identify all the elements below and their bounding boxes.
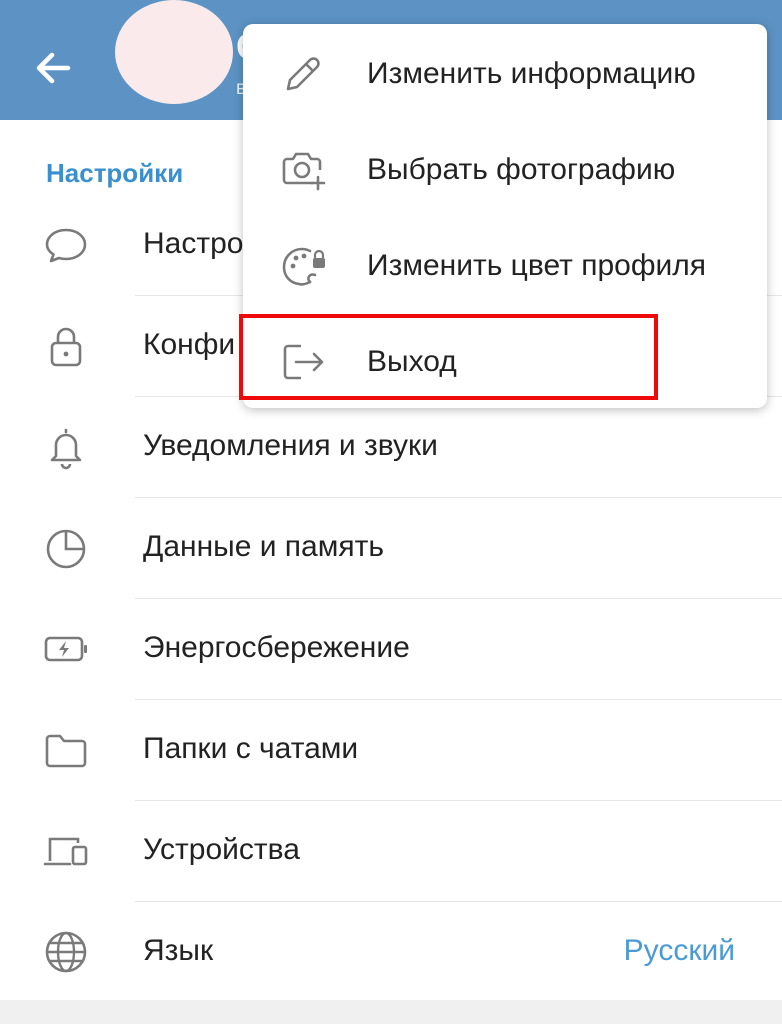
menu-item-profile-color[interactable]: Изменить цвет профиля — [243, 218, 767, 314]
settings-screen: С в Настройки Настро Конфи — [0, 0, 782, 1024]
globe-icon — [42, 928, 90, 976]
settings-item-power-saving[interactable]: Энергосбережение — [0, 599, 782, 700]
section-title: Настройки — [46, 158, 184, 188]
menu-item-label: Выбрать фотографию — [367, 153, 676, 186]
back-button[interactable] — [28, 42, 84, 94]
settings-item-label: Устройства — [143, 833, 300, 866]
logout-highlight-box — [239, 314, 658, 400]
devices-icon — [42, 827, 90, 875]
section-separator — [0, 1000, 782, 1024]
pie-chart-icon — [42, 524, 90, 572]
avatar[interactable] — [115, 0, 233, 104]
menu-item-label: Изменить информацию — [367, 57, 696, 90]
settings-item-label: Настро — [143, 227, 244, 260]
pencil-icon — [279, 50, 327, 98]
settings-item-label: Конфи — [143, 328, 236, 361]
settings-item-label: Папки с чатами — [143, 732, 359, 765]
settings-item-notifications[interactable]: Уведомления и звуки — [0, 397, 782, 498]
folder-icon — [42, 726, 90, 774]
settings-item-label: Уведомления и звуки — [143, 429, 438, 462]
menu-item-label: Изменить цвет профиля — [367, 249, 707, 282]
settings-item-devices[interactable]: Устройства — [0, 801, 782, 902]
language-value: Русский — [623, 934, 735, 967]
chat-bubble-icon — [42, 221, 90, 269]
settings-item-label: Энергосбережение — [143, 631, 410, 664]
palette-lock-icon — [279, 242, 327, 290]
settings-item-language[interactable]: Язык Русский — [0, 902, 782, 1003]
settings-item-label: Данные и память — [143, 530, 384, 563]
settings-item-data[interactable]: Данные и память — [0, 498, 782, 599]
camera-add-icon — [279, 146, 327, 194]
menu-item-edit-info[interactable]: Изменить информацию — [243, 26, 767, 122]
settings-item-folders[interactable]: Папки с чатами — [0, 700, 782, 801]
arrow-left-icon — [36, 52, 71, 84]
menu-item-choose-photo[interactable]: Выбрать фотографию — [243, 122, 767, 218]
bell-icon — [42, 423, 90, 471]
battery-bolt-icon — [42, 625, 90, 673]
settings-item-label: Язык — [143, 934, 214, 967]
lock-icon — [42, 322, 90, 370]
